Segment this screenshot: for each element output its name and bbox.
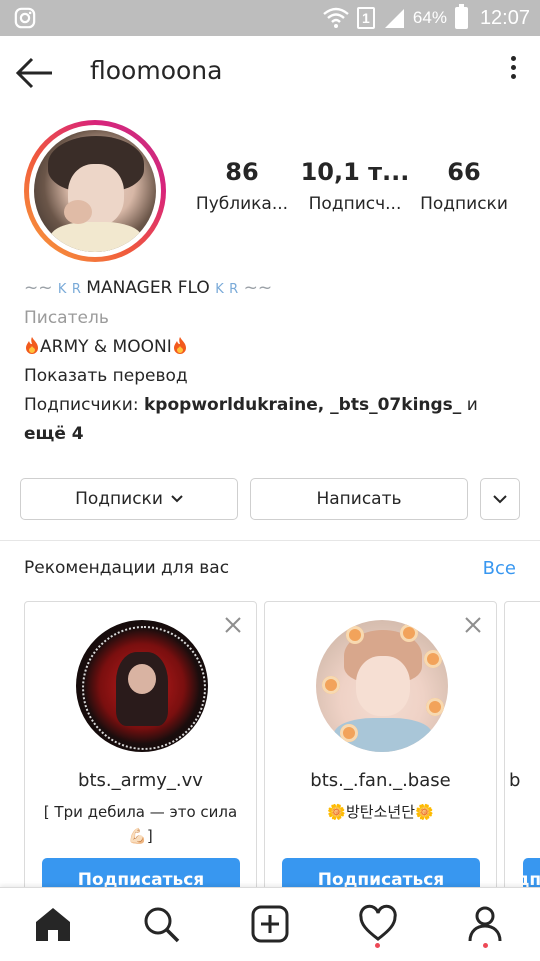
battery-percent: 64% — [412, 8, 447, 27]
suggestion-avatar[interactable] — [316, 620, 448, 752]
status-bar: 1 64% 12:07 — [0, 0, 540, 36]
chevron-down-icon — [171, 495, 183, 503]
suggestion-username[interactable]: b — [509, 770, 540, 791]
signal-icon — [384, 9, 404, 28]
show-translation-link[interactable]: Показать перевод — [24, 362, 524, 391]
suggestion-card[interactable]: b Подписаться — [504, 601, 540, 911]
profile-category: Писатель — [24, 308, 109, 328]
suggestion-avatar[interactable] — [76, 620, 208, 752]
suggestion-username[interactable]: bts._.fan._.base — [265, 770, 496, 791]
profile-stats: 86 Публика... 10,1 т... Подписч... 66 По… — [190, 158, 526, 228]
stat-followers-value: 10,1 т... — [300, 158, 410, 186]
search-icon[interactable] — [141, 904, 181, 944]
add-post-icon[interactable] — [250, 904, 290, 944]
stat-following[interactable]: 66 Подписки — [416, 158, 512, 214]
message-button[interactable]: Написать — [250, 478, 468, 520]
followed-by-more[interactable]: ещё 4 — [24, 420, 524, 449]
profile-header: floomoona — [0, 36, 540, 108]
bottom-navigation — [0, 887, 540, 961]
suggestion-username[interactable]: bts._army_.vv — [25, 770, 256, 791]
heart-icon[interactable] — [358, 904, 398, 944]
battery-icon — [454, 4, 468, 29]
sim-indicator: 1 — [356, 7, 375, 29]
close-icon[interactable] — [224, 616, 242, 634]
back-arrow-icon[interactable] — [14, 52, 56, 94]
profile-notification-dot — [483, 943, 488, 948]
bio-line: ARMY & MOONI — [24, 333, 524, 362]
page-title: floomoona — [90, 56, 223, 85]
stat-following-label: Подписки — [420, 194, 508, 214]
more-vertical-icon[interactable] — [506, 56, 520, 86]
profile-full-name: ~~ K R MANAGER FLO K R ~~ — [24, 278, 273, 298]
home-icon[interactable] — [33, 904, 73, 944]
suggestion-description: [ Три дебила — это сила 💪🏻] — [43, 803, 238, 845]
stat-followers[interactable]: 10,1 т... Подписч... — [300, 158, 410, 214]
profile-icon[interactable] — [465, 904, 505, 944]
stat-posts[interactable]: 86 Публика... — [190, 158, 294, 214]
following-button-label: Подписки — [75, 489, 163, 509]
activity-notification-dot — [375, 943, 380, 948]
recommendations-title: Рекомендации для вас — [24, 558, 230, 578]
suggested-toggle-button[interactable] — [480, 478, 520, 520]
suggestion-card[interactable]: bts._army_.vv [ Три дебила — это сила 💪🏻… — [24, 601, 257, 911]
stat-posts-label: Публика... — [195, 194, 289, 214]
profile-bio: ~~ K R MANAGER FLO K R ~~ Писатель ARMY … — [24, 274, 524, 449]
suggestion-card[interactable]: bts._.fan._.base 🌼방탄소년단🌼 Подписаться — [264, 601, 497, 911]
see-all-link[interactable]: Все — [483, 558, 516, 579]
stat-posts-value: 86 — [225, 158, 259, 186]
divider — [0, 540, 540, 541]
stat-following-value: 66 — [447, 158, 481, 186]
instagram-icon — [14, 7, 36, 29]
following-button[interactable]: Подписки — [20, 478, 238, 520]
profile-avatar-story-ring[interactable] — [24, 120, 166, 262]
suggestion-description: 🌼방탄소년단🌼 — [327, 803, 434, 821]
clock: 12:07 — [479, 6, 530, 29]
stat-followers-label: Подписч... — [308, 194, 402, 214]
avatar — [34, 130, 156, 252]
followed-by[interactable]: Подписчики: kpopworldukraine, _bts_07kin… — [24, 391, 524, 420]
fire-icon — [26, 337, 38, 354]
chevron-down-icon — [493, 494, 507, 503]
message-button-label: Написать — [316, 489, 402, 509]
close-icon[interactable] — [464, 616, 482, 634]
wifi-icon — [323, 7, 349, 28]
fire-icon — [173, 337, 186, 354]
